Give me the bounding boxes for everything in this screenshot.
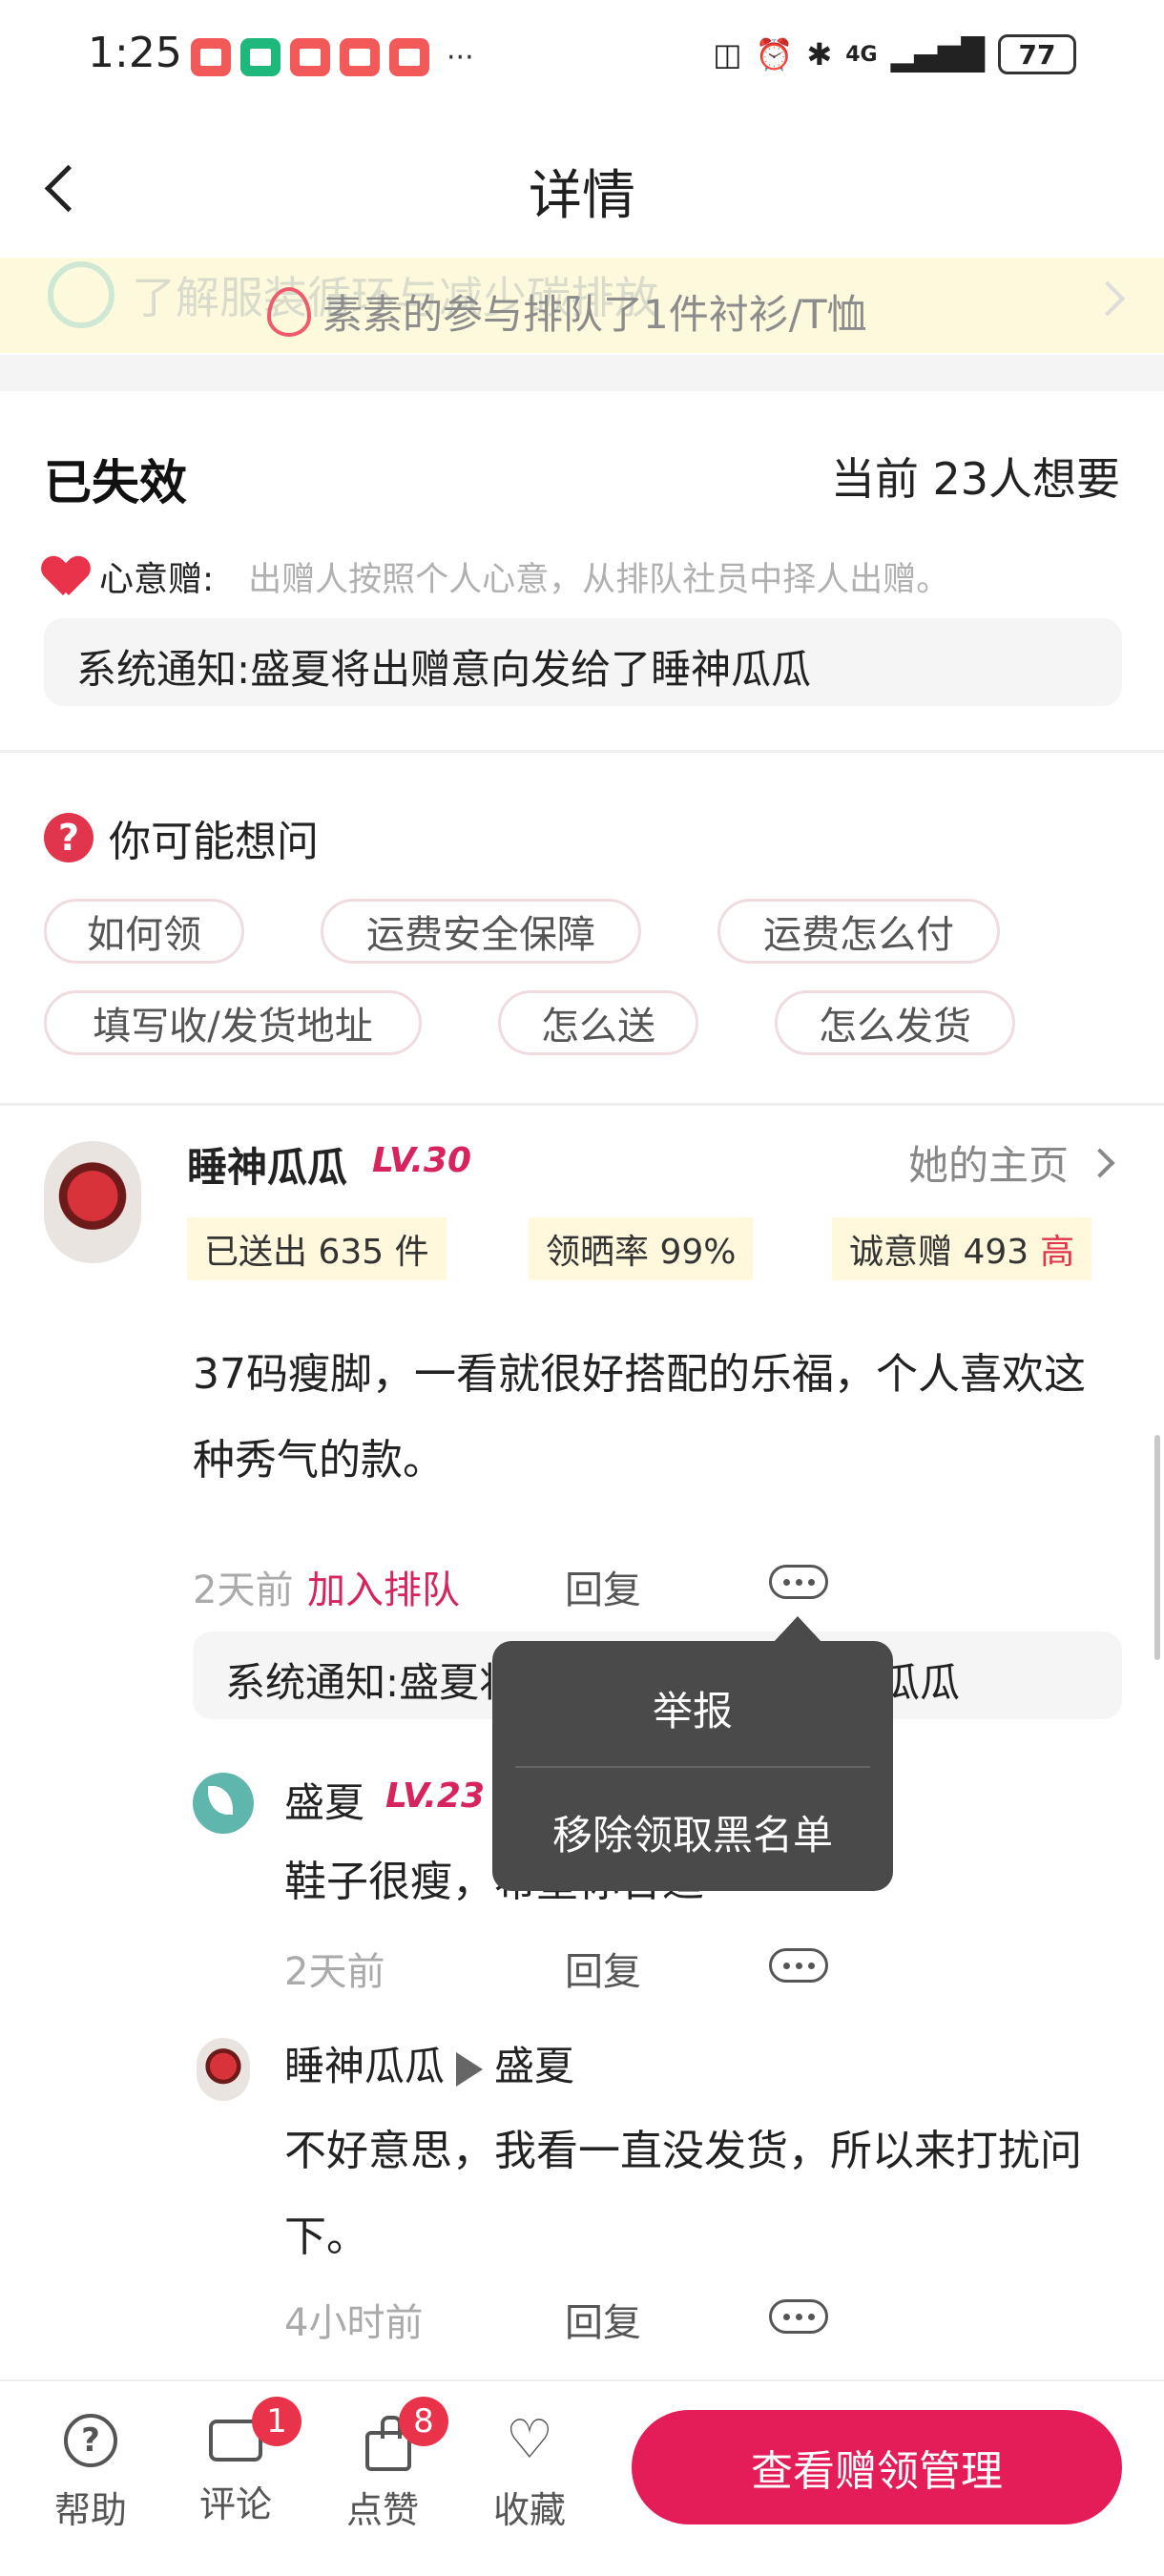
avatar[interactable] xyxy=(44,1141,141,1263)
more-notifications-icon: ··· xyxy=(447,40,474,74)
post-text: 37码瘦脚，一看就很好搭配的乐福，个人喜欢这种秀气的款。 xyxy=(193,1350,1086,1485)
section-divider xyxy=(0,355,1164,391)
reply-button[interactable]: 回复 xyxy=(565,1559,641,1614)
stat-show-rate: 领晒率 99% xyxy=(529,1217,754,1280)
reply-time: 2天前 xyxy=(284,1950,385,1994)
alarm-icon: ⏰ xyxy=(755,36,794,73)
chevron-right-icon xyxy=(1085,1147,1115,1178)
post-time: 2天前 xyxy=(193,1568,294,1612)
comment-badge: 1 xyxy=(252,2397,301,2446)
divider xyxy=(0,1103,1164,1106)
user-level: LV.23 xyxy=(385,1776,486,1816)
timer-app-icon xyxy=(240,38,281,76)
join-queue-link[interactable]: 加入排队 xyxy=(307,1559,460,1614)
gift-mode-desc: 出赠人按照个人心意，从排队社员中择人出赠。 xyxy=(248,560,950,599)
faq-title: 你可能想问 xyxy=(109,818,319,866)
reply-username[interactable]: 睡神瓜瓜 xyxy=(284,2043,445,2089)
comment-label: 评论 xyxy=(198,2483,272,2525)
reply-thread: 睡神瓜瓜 盛夏 xyxy=(284,2034,574,2092)
status-time: 1:25 xyxy=(88,29,182,77)
faq-tag[interactable]: 运费怎么付 xyxy=(717,899,1000,964)
avatar[interactable] xyxy=(197,2038,250,2101)
faq-tag[interactable]: 如何领 xyxy=(44,899,244,964)
status-bar: 1:25 ··· ◫ ⏰ ✱ 4G ▂▄▆█ 77 xyxy=(0,0,1164,114)
wanted-count: 当前 23人想要 xyxy=(830,453,1120,505)
status-title: 已失效 xyxy=(44,455,187,510)
popup-menu: 举报 移除领取黑名单 xyxy=(492,1641,893,1891)
stat-sincerity: 诚意赠 493 高 xyxy=(832,1217,1092,1280)
recycle-icon xyxy=(48,261,114,328)
like-label: 点赞 xyxy=(345,2489,419,2531)
faq-header: ? 你可能想问 xyxy=(44,807,319,868)
popup-divider xyxy=(515,1766,870,1768)
banner-message: 素素的参与排队了1件衬衫/T恤 xyxy=(267,282,867,341)
faq-tag[interactable]: 怎么送 xyxy=(498,990,698,1055)
page-title: 详情 xyxy=(529,165,635,227)
more-options-icon[interactable] xyxy=(769,1565,828,1599)
scroll-indicator xyxy=(1154,1435,1160,1660)
reply-username[interactable]: 盛夏 xyxy=(284,1771,364,1829)
system-icons: ◫ ⏰ ✱ 4G ▂▄▆█ 77 xyxy=(713,34,1076,74)
help-button[interactable]: ? 帮助 xyxy=(38,2414,143,2533)
avatar[interactable] xyxy=(193,1773,254,1834)
nfc-icon: ◫ xyxy=(713,36,742,73)
battery-icon: 77 xyxy=(998,34,1076,74)
app-notification-icon xyxy=(191,38,231,76)
reply-button[interactable]: 回复 xyxy=(565,2292,641,2347)
help-icon: ? xyxy=(64,2414,117,2467)
reply-time: 4小时前 xyxy=(284,2301,424,2345)
shoe-icon xyxy=(267,286,311,337)
report-menu-item[interactable]: 举报 xyxy=(492,1679,893,1737)
homepage-link[interactable]: 她的主页 xyxy=(907,1133,1115,1192)
reply-text: 不好意思，我看一直没发货，所以来打扰问下。 xyxy=(284,2127,1082,2261)
favorite-label: 收藏 xyxy=(492,2489,566,2531)
faq-tag[interactable]: 运费安全保障 xyxy=(321,899,641,964)
app-notification-icon xyxy=(389,38,429,76)
question-icon: ? xyxy=(44,813,94,862)
reply-to-username[interactable]: 盛夏 xyxy=(494,2043,574,2089)
network-label: 4G xyxy=(845,42,878,67)
gift-mode-row: 心意赠: 出赠人按照个人心意，从排队社员中择人出赠。 xyxy=(44,551,949,601)
help-label: 帮助 xyxy=(53,2489,127,2531)
user-level: LV.30 xyxy=(372,1141,472,1180)
app-notification-icon xyxy=(340,38,380,76)
banner-text: 素素的参与排队了1件衬衫/T恤 xyxy=(322,291,867,338)
remove-blacklist-menu-item[interactable]: 移除领取黑名单 xyxy=(492,1803,893,1861)
heart-outline-icon: ♡ xyxy=(505,2409,554,2471)
signal-icon: ▂▄▆█ xyxy=(890,36,985,73)
app-notification-icon xyxy=(290,38,330,76)
notification-icons: ··· xyxy=(191,38,474,76)
bluetooth-icon: ✱ xyxy=(806,36,833,73)
notice-banner[interactable]: 了解服装循环与减少碳排放 素素的参与排队了1件衬衫/T恤 xyxy=(0,258,1164,353)
manage-gifts-button[interactable]: 查看赠领管理 xyxy=(632,2410,1122,2524)
more-options-icon[interactable] xyxy=(769,1948,828,1983)
like-badge: 8 xyxy=(399,2397,448,2446)
stat-sent: 已送出 635 件 xyxy=(187,1217,447,1280)
faq-tag[interactable]: 填写收/发货地址 xyxy=(44,990,422,1055)
nav-bar: 详情 xyxy=(0,114,1164,258)
chevron-right-icon xyxy=(1090,280,1126,317)
sincerity-level: 高 xyxy=(1040,1233,1075,1272)
post-username[interactable]: 睡神瓜瓜 xyxy=(187,1135,347,1194)
divider xyxy=(0,750,1164,753)
reply-button[interactable]: 回复 xyxy=(565,1941,641,1996)
heart-icon xyxy=(44,557,88,595)
reply-arrow-icon xyxy=(456,2051,484,2087)
favorite-button[interactable]: ♡ 收藏 xyxy=(477,2414,582,2533)
stat-sincerity-value: 诚意赠 493 xyxy=(849,1233,1029,1272)
faq-tag[interactable]: 怎么发货 xyxy=(775,990,1015,1055)
popup-arrow xyxy=(773,1616,822,1643)
more-options-icon[interactable] xyxy=(769,2299,828,2334)
bottom-bar: ? 帮助 评论 1 点赞 8 ♡ 收藏 查看赠领管理 xyxy=(0,2379,1164,2576)
system-notice: 系统通知:盛夏将出赠意向发给了睡神瓜瓜 xyxy=(44,618,1122,706)
gift-mode-label: 心意赠: xyxy=(99,560,215,599)
homepage-label: 她的主页 xyxy=(907,1142,1069,1189)
